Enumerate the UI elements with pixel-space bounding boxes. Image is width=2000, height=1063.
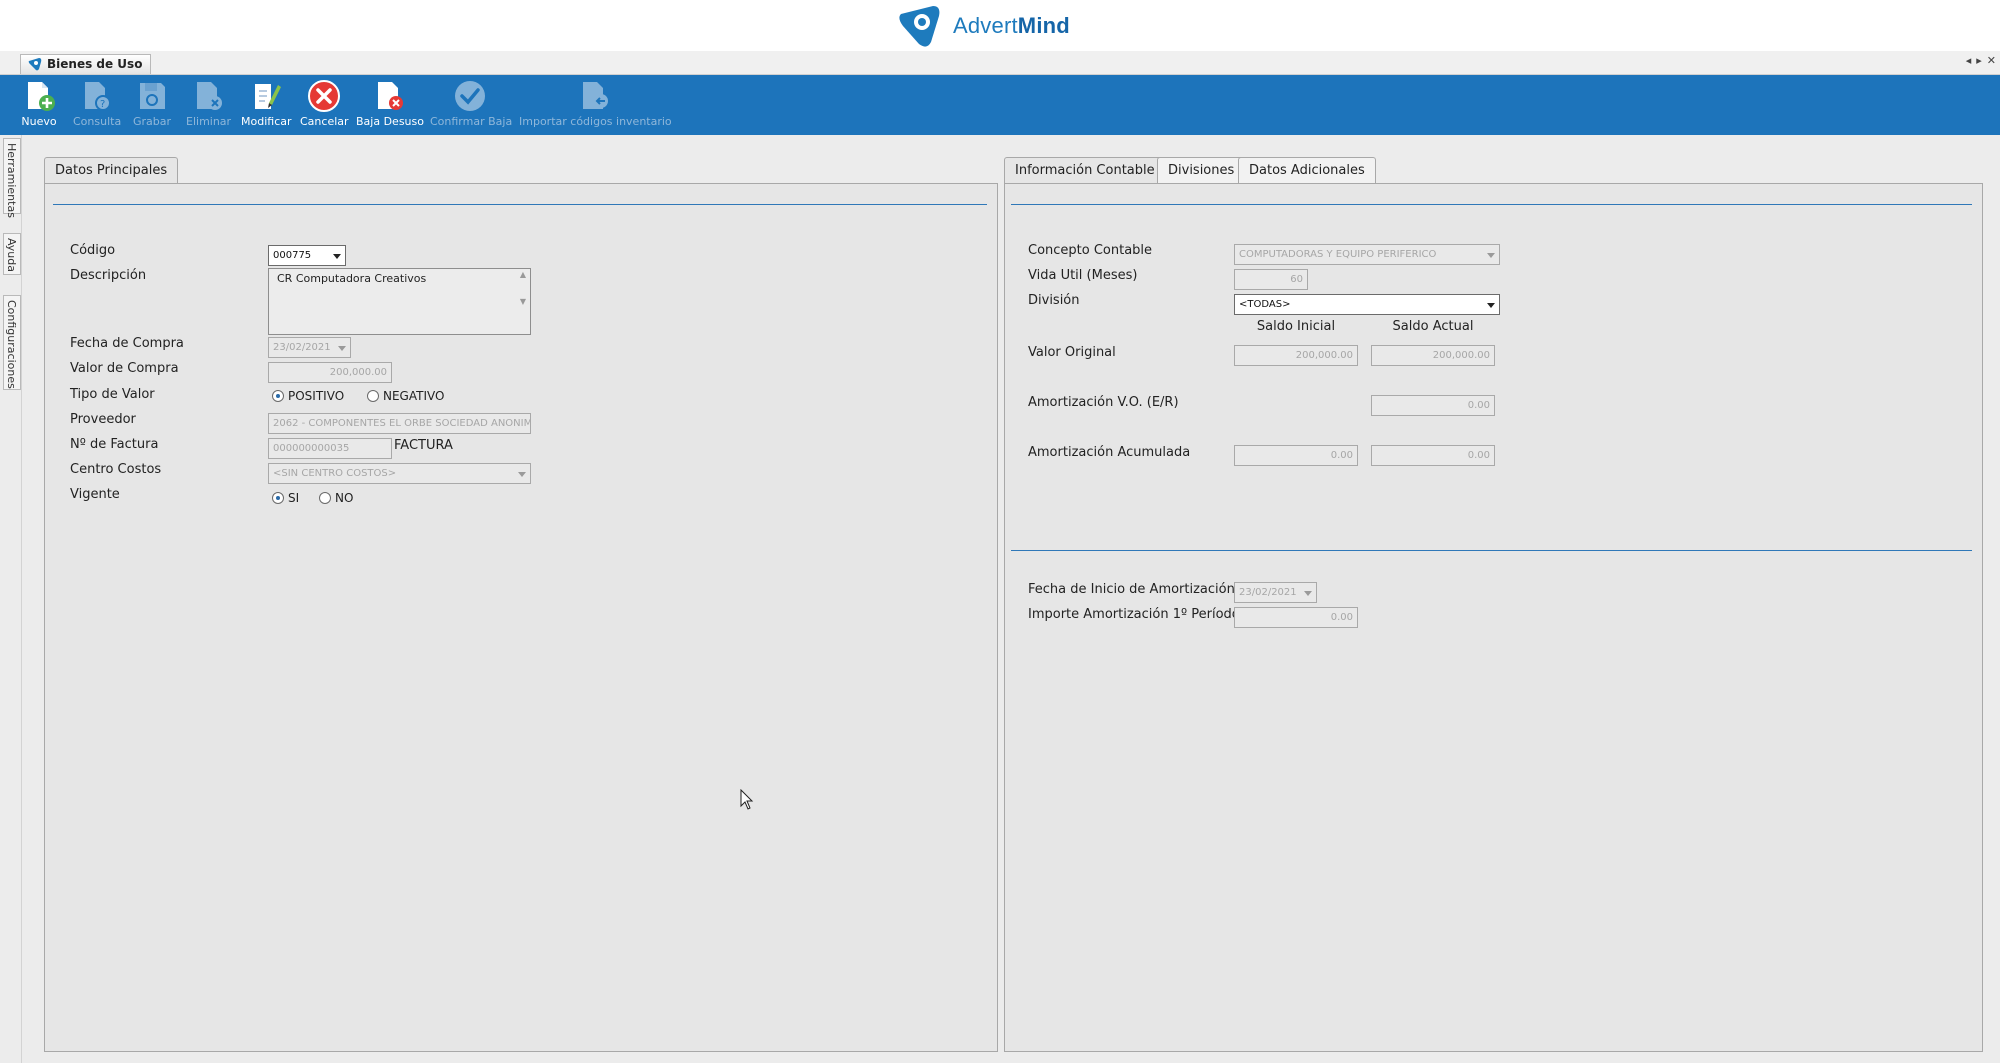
delete-document-icon <box>197 82 222 110</box>
proveedor-input[interactable]: 2062 - COMPONENTES EL ORBE SOCIEDAD ANON… <box>268 413 531 434</box>
chevron-down-icon[interactable] <box>1484 246 1498 263</box>
amortizacion-acumulada-inicial-input[interactable]: 0.00 <box>1234 445 1358 466</box>
textarea-scrollbar[interactable]: ▲ ▼ <box>517 270 529 333</box>
eliminar-button[interactable]: Eliminar <box>186 79 231 133</box>
saldo-actual-header: Saldo Actual <box>1392 319 1474 334</box>
fecha-compra-label: Fecha de Compra <box>70 336 184 351</box>
app-header: AdvertMind <box>0 0 2000 51</box>
centro-costos-select[interactable]: <SIN CENTRO COSTOS> <box>268 463 531 484</box>
descripcion-label: Descripción <box>70 268 147 283</box>
document-tab-label: Bienes de Uso <box>47 57 143 71</box>
section-divider <box>1011 204 1972 205</box>
new-document-icon <box>28 82 55 111</box>
amortizacion-acumulada-actual-input[interactable]: 0.00 <box>1371 445 1495 466</box>
confirm-check-icon <box>455 81 485 111</box>
tipo-valor-label: Tipo de Valor <box>70 387 155 402</box>
factura-label: Nº de Factura <box>70 437 159 452</box>
cancel-icon <box>308 80 340 112</box>
side-tab-ayuda[interactable]: Ayuda <box>3 233 21 275</box>
side-tabs: Herramientas Ayuda Configuraciones <box>0 135 22 1063</box>
brand-logo: AdvertMind <box>895 4 1070 48</box>
modificar-button[interactable]: Modificar <box>241 79 292 133</box>
vida-util-input[interactable]: 60 <box>1234 269 1308 290</box>
amortizacion-vo-label: Amortización V.O. (E/R) <box>1028 395 1179 410</box>
tab-informacion-contable[interactable]: Información Contable <box>1004 157 1166 184</box>
concepto-contable-label: Concepto Contable <box>1028 243 1153 258</box>
vigente-label: Vigente <box>70 487 120 502</box>
chevron-down-icon[interactable] <box>335 339 349 356</box>
codigo-select[interactable]: 000775 <box>268 245 346 266</box>
consulta-button[interactable]: ? Consulta <box>73 79 121 133</box>
grabar-button[interactable]: Grabar <box>133 79 171 133</box>
valor-compra-input[interactable]: 200,000.00 <box>268 362 392 383</box>
tab-datos-adicionales[interactable]: Datos Adicionales <box>1238 157 1376 183</box>
valor-compra-label: Valor de Compra <box>70 361 179 376</box>
valor-original-inicial-input[interactable]: 200,000.00 <box>1234 345 1358 366</box>
tipo-valor-negativo-radio[interactable]: NEGATIVO <box>367 389 444 403</box>
factura-number-input[interactable]: 000000000035 <box>268 438 392 459</box>
valor-original-actual-input[interactable]: 200,000.00 <box>1371 345 1495 366</box>
tabstrip-controls: ◂ ▸ ✕ <box>1966 54 1996 67</box>
radio-selected-icon <box>272 390 284 402</box>
baja-desuso-button[interactable]: Baja Desuso <box>356 79 424 133</box>
edit-document-icon <box>255 84 281 109</box>
import-codes-icon <box>583 82 608 109</box>
proveedor-label: Proveedor <box>70 412 136 427</box>
importar-codigos-button[interactable]: Importar códigos inventario <box>519 79 672 133</box>
confirmar-baja-button[interactable]: Confirmar Baja <box>430 79 512 133</box>
tipo-valor-positivo-radio[interactable]: POSITIVO <box>272 389 344 403</box>
decommission-document-icon <box>378 82 403 110</box>
cancelar-button[interactable]: Cancelar <box>300 79 349 133</box>
division-select[interactable]: <TODAS> <box>1234 294 1500 315</box>
chevron-down-icon[interactable] <box>330 247 344 264</box>
fecha-inicio-amortizacion-label: Fecha de Inicio de Amortización <box>1028 582 1235 597</box>
radio-empty-icon <box>367 390 379 402</box>
amortizacion-vo-actual-input[interactable]: 0.00 <box>1371 395 1495 416</box>
tab-divisiones[interactable]: Divisiones <box>1157 157 1246 183</box>
descripcion-textarea[interactable]: CR Computadora Creativos ▲ ▼ <box>268 268 531 335</box>
radio-empty-icon <box>319 492 331 504</box>
centro-costos-label: Centro Costos <box>70 462 162 477</box>
document-tabstrip: Bienes de Uso ◂ ▸ ✕ <box>0 51 2000 75</box>
mouse-cursor-icon <box>740 789 754 810</box>
side-tab-configuraciones[interactable]: Configuraciones <box>3 295 21 390</box>
factura-tipo-text: FACTURA <box>394 438 453 453</box>
fecha-compra-input[interactable]: 23/02/2021 <box>268 337 351 358</box>
vigente-no-radio[interactable]: NO <box>319 491 353 505</box>
ribbon-toolbar: Nuevo ? Consulta Grabar Eliminar Modific… <box>0 75 2000 135</box>
scroll-right-icon[interactable]: ▸ <box>1976 54 1982 67</box>
brand-mark-icon <box>899 6 940 47</box>
section-divider <box>1011 550 1972 551</box>
vida-util-label: Vida Util (Meses) <box>1028 268 1138 283</box>
valor-original-label: Valor Original <box>1028 345 1116 360</box>
nuevo-button[interactable]: Nuevo <box>20 79 58 133</box>
side-tab-herramientas[interactable]: Herramientas <box>3 138 21 218</box>
importe-amortizacion-label: Importe Amortización 1º Período <box>1028 607 1240 622</box>
chevron-down-icon[interactable] <box>1301 584 1315 601</box>
vigente-si-radio[interactable]: SI <box>272 491 299 505</box>
importe-amortizacion-input[interactable]: 0.00 <box>1234 607 1358 628</box>
panel-informacion-contable: Concepto Contable COMPUTADORAS Y EQUIPO … <box>1004 183 1983 1052</box>
panel-datos-principales: Código 000775 Descripción CR Computadora… <box>44 183 998 1052</box>
codigo-label: Código <box>70 243 116 258</box>
module-icon <box>28 58 42 71</box>
document-tab-bienes-de-uso[interactable]: Bienes de Uso <box>20 54 152 74</box>
saldo-inicial-header: Saldo Inicial <box>1256 319 1336 334</box>
svg-text:?: ? <box>100 99 105 110</box>
chevron-down-icon[interactable] <box>1484 296 1498 313</box>
chevron-down-icon[interactable] <box>515 465 529 482</box>
scroll-left-icon[interactable]: ◂ <box>1966 54 1972 67</box>
tab-datos-principales[interactable]: Datos Principales <box>44 157 179 184</box>
brand-name: AdvertMind <box>953 13 1070 38</box>
save-disk-icon <box>140 83 165 109</box>
query-document-icon: ? <box>85 82 111 111</box>
fecha-inicio-amortizacion-input[interactable]: 23/02/2021 <box>1234 582 1317 603</box>
concepto-contable-select[interactable]: COMPUTADORAS Y EQUIPO PERIFERICO <box>1234 244 1500 265</box>
division-label: División <box>1028 293 1080 308</box>
amortizacion-acumulada-label: Amortización Acumulada <box>1028 445 1191 460</box>
radio-selected-icon <box>272 492 284 504</box>
section-divider <box>53 204 987 205</box>
close-icon[interactable]: ✕ <box>1987 54 1996 67</box>
